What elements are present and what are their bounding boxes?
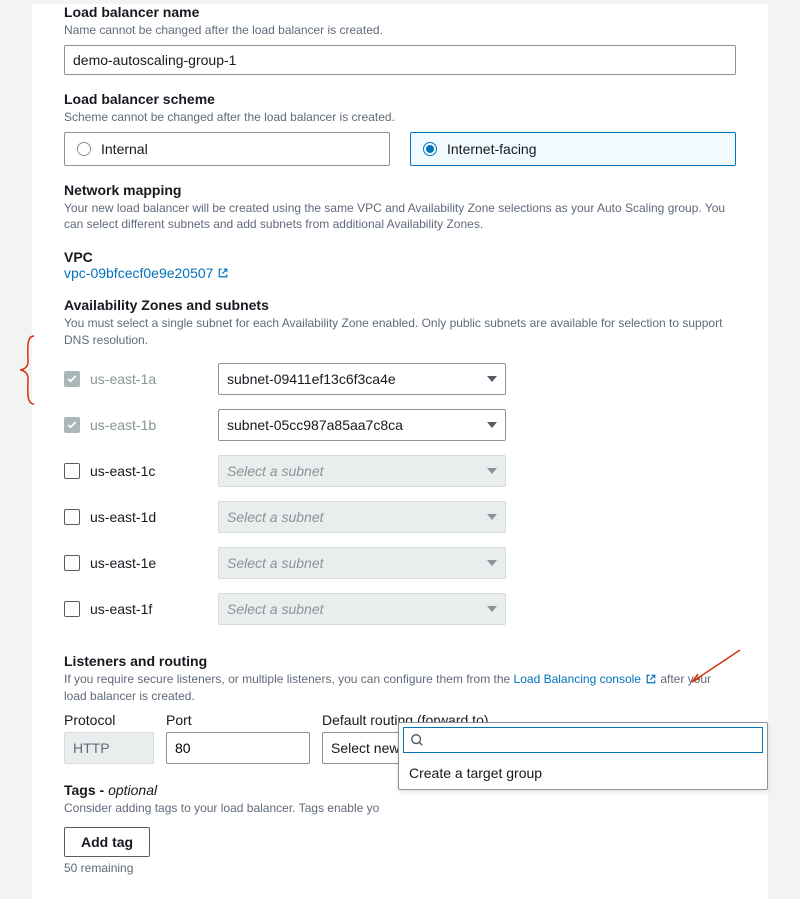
az-label: us-east-1b bbox=[90, 417, 218, 433]
az-checkbox-us-east-1e[interactable] bbox=[64, 555, 80, 571]
chevron-down-icon bbox=[487, 468, 497, 474]
az-label: us-east-1c bbox=[90, 463, 218, 479]
listeners-label: Listeners and routing bbox=[64, 653, 736, 669]
subnet-select-us-east-1a[interactable]: subnet-09411ef13c6f3ca4e bbox=[218, 363, 506, 395]
lb-name-hint: Name cannot be changed after the load ba… bbox=[64, 22, 736, 39]
subnet-select-us-east-1f: Select a subnet bbox=[218, 593, 506, 625]
vpc-label: VPC bbox=[64, 249, 736, 265]
port-input[interactable] bbox=[166, 732, 310, 764]
chevron-down-icon bbox=[487, 560, 497, 566]
load-balancing-console-link[interactable]: Load Balancing console bbox=[514, 671, 657, 688]
network-mapping-hint: Your new load balancer will be created u… bbox=[64, 200, 736, 234]
az-checkbox-us-east-1a bbox=[64, 371, 80, 387]
add-tag-button[interactable]: Add tag bbox=[64, 827, 150, 857]
az-checkbox-us-east-1c[interactable] bbox=[64, 463, 80, 479]
az-checkbox-us-east-1b bbox=[64, 417, 80, 433]
lb-name-input[interactable] bbox=[64, 45, 736, 75]
scheme-option-internet-label: Internet-facing bbox=[447, 141, 537, 157]
radio-icon bbox=[77, 142, 91, 156]
subnet-placeholder: Select a subnet bbox=[227, 555, 324, 571]
chevron-down-icon bbox=[487, 376, 497, 382]
scheme-hint: Scheme cannot be changed after the load … bbox=[64, 109, 736, 126]
scheme-option-internet[interactable]: Internet-facing bbox=[410, 132, 736, 166]
subnet-placeholder: Select a subnet bbox=[227, 601, 324, 617]
lb-name-label: Load balancer name bbox=[64, 4, 736, 20]
azs-label: Availability Zones and subnets bbox=[64, 297, 736, 313]
subnet-select-us-east-1d: Select a subnet bbox=[218, 501, 506, 533]
port-label: Port bbox=[166, 712, 310, 728]
routing-search-input[interactable] bbox=[430, 733, 756, 748]
radio-icon bbox=[423, 142, 437, 156]
chevron-down-icon bbox=[487, 514, 497, 520]
scheme-label: Load balancer scheme bbox=[64, 91, 736, 107]
check-icon bbox=[66, 373, 78, 385]
chevron-down-icon bbox=[487, 606, 497, 612]
tags-hint: Consider adding tags to your load balanc… bbox=[64, 800, 736, 817]
subnet-placeholder: Select a subnet bbox=[227, 463, 324, 479]
subnet-select-us-east-1e: Select a subnet bbox=[218, 547, 506, 579]
subnet-value: subnet-05cc987a85aa7c8ca bbox=[227, 417, 403, 433]
routing-dropdown: Create a target group bbox=[398, 722, 768, 790]
az-label: us-east-1d bbox=[90, 509, 218, 525]
network-mapping-label: Network mapping bbox=[64, 182, 736, 198]
subnet-select-us-east-1b[interactable]: subnet-05cc987a85aa7c8ca bbox=[218, 409, 506, 441]
protocol-value: HTTP bbox=[64, 732, 154, 764]
az-label: us-east-1f bbox=[90, 601, 218, 617]
subnet-select-us-east-1c: Select a subnet bbox=[218, 455, 506, 487]
listeners-hint: If you require secure listeners, or mult… bbox=[64, 671, 736, 705]
tags-remaining: 50 remaining bbox=[64, 861, 736, 875]
external-link-icon bbox=[645, 673, 657, 685]
az-label: us-east-1a bbox=[90, 371, 218, 387]
scheme-option-internal[interactable]: Internal bbox=[64, 132, 390, 166]
scheme-option-internal-label: Internal bbox=[101, 141, 148, 157]
search-icon bbox=[410, 733, 424, 747]
azs-hint: You must select a single subnet for each… bbox=[64, 315, 736, 349]
az-checkbox-us-east-1f[interactable] bbox=[64, 601, 80, 617]
routing-option-create-target-group[interactable]: Create a target group bbox=[399, 757, 767, 789]
az-label: us-east-1e bbox=[90, 555, 218, 571]
subnet-value: subnet-09411ef13c6f3ca4e bbox=[227, 371, 396, 387]
external-link-icon bbox=[217, 267, 229, 279]
az-checkbox-us-east-1d[interactable] bbox=[64, 509, 80, 525]
routing-dropdown-search[interactable] bbox=[403, 727, 763, 753]
protocol-label: Protocol bbox=[64, 712, 154, 728]
subnet-placeholder: Select a subnet bbox=[227, 509, 324, 525]
chevron-down-icon bbox=[487, 422, 497, 428]
check-icon bbox=[66, 419, 78, 431]
vpc-link-text: vpc-09bfcecf0e9e20507 bbox=[64, 265, 213, 281]
vpc-link[interactable]: vpc-09bfcecf0e9e20507 bbox=[64, 265, 229, 281]
